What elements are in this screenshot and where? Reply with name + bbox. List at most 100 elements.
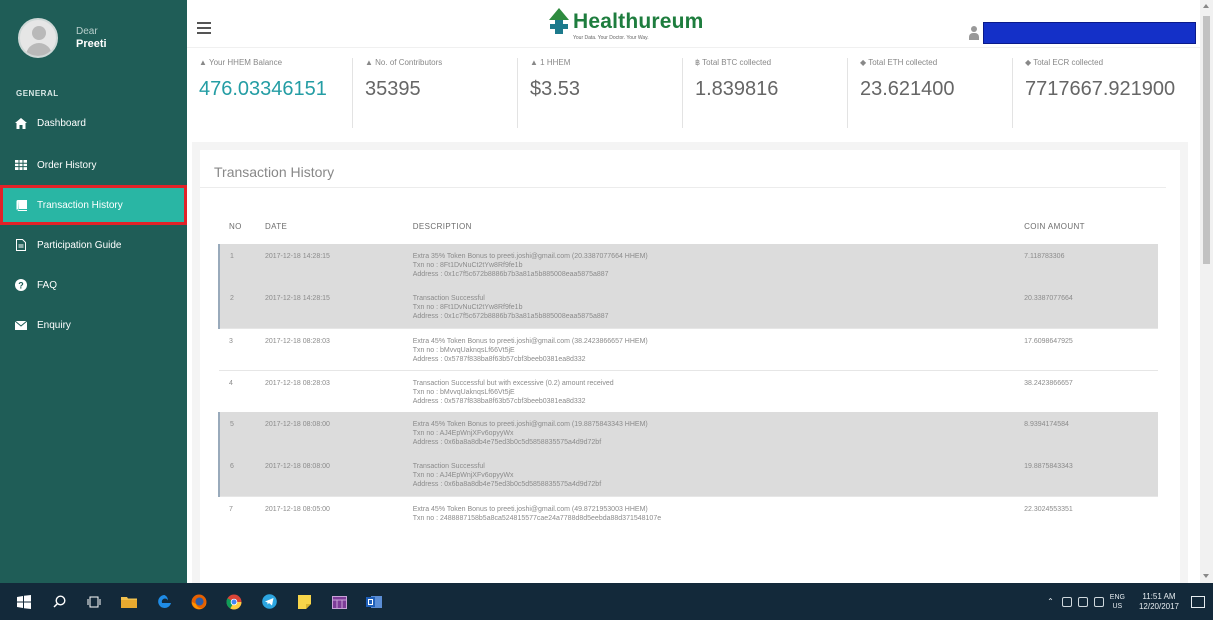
stat-btc: ฿ Total BTC collected 1.839816	[682, 58, 847, 128]
column-header-description: DESCRIPTION	[412, 221, 472, 231]
language-indicator[interactable]: ENG US	[1110, 593, 1125, 611]
txn-address: Address : 0x5787f838ba8f63b57cbf3beeb038…	[412, 397, 586, 405]
column-header-no: NO	[229, 221, 242, 231]
logo-mark-icon	[547, 8, 571, 36]
user-icon: ▲	[530, 58, 541, 67]
clock[interactable]: 11:51 AM 12/20/2017	[1139, 592, 1179, 612]
sidebar-item-faq[interactable]: ? FAQ	[0, 265, 187, 305]
users-icon: ▲	[365, 58, 376, 67]
row-amount: 7.118783306	[1024, 244, 1158, 286]
row-amount: 20.3387077664	[1024, 286, 1158, 328]
txn-address: Address : 0x6ba8a8db4e75ed3b0c5d58588355…	[412, 439, 602, 446]
stat-balance: ▲ Your HHEM Balance 476.03346151	[187, 58, 352, 128]
sidebar-item-dashboard[interactable]: Dashboard	[0, 103, 187, 143]
avatar[interactable]	[18, 17, 58, 58]
network-icon[interactable]	[1061, 596, 1072, 607]
stat-label-wrap: ▲ No. of Contributors	[365, 58, 517, 72]
row-amount: 19.8875843343	[1024, 454, 1158, 496]
menu-toggle-icon[interactable]	[197, 22, 211, 34]
row-description: Extra 45% Token Bonus to preeti.joshi@gm…	[412, 495, 1025, 538]
row-number: 2	[218, 286, 265, 328]
user-name: Preeti	[76, 37, 107, 50]
panel-title: Transaction History	[200, 150, 1166, 188]
row-amount: 22.3024553351	[1024, 495, 1158, 538]
ethereum-icon: ◆	[1025, 58, 1034, 67]
stat-label-wrap: ฿ Total BTC collected	[695, 58, 847, 72]
welcome-label: Dear	[76, 25, 98, 37]
row-date: 2017-12-18 08:05:00	[264, 495, 413, 538]
txn-address: Address : 0x6ba8a8db4e75ed3b0c5d58588355…	[412, 481, 602, 488]
chrome-icon[interactable]	[223, 593, 245, 611]
transaction-table: NO DATE DESCRIPTION COIN AMOUNT 1 2017-12…	[218, 208, 1158, 538]
column-header-amount: COIN AMOUNT	[1024, 221, 1085, 231]
envelope-icon	[14, 319, 28, 331]
sticky-notes-icon[interactable]	[293, 593, 315, 611]
row-amount: 17.6098647925	[1024, 327, 1158, 370]
notifications-icon[interactable]	[1191, 595, 1205, 608]
task-view-icon[interactable]	[83, 593, 105, 611]
stat-label: Total ECR collected	[1033, 58, 1104, 67]
txn-number: Txn no : AJ4EpWnjXFv6opyyWx	[412, 430, 514, 437]
logo[interactable]: Healthureum Your Data. Your Doctor. Your…	[547, 8, 704, 41]
scrollbar-thumb[interactable]	[1203, 16, 1210, 264]
row-date: 2017-12-18 14:28:15	[264, 244, 413, 286]
user-account-box[interactable]	[983, 22, 1196, 44]
sidebar-item-order-history[interactable]: Order History	[0, 145, 187, 185]
sidebar-item-participation-guide[interactable]: Participation Guide	[0, 225, 187, 265]
user-icon[interactable]	[969, 26, 979, 40]
edge-icon[interactable]	[153, 593, 175, 611]
row-date: 2017-12-18 14:28:15	[264, 286, 413, 328]
page-scrollbar[interactable]	[1200, 0, 1213, 583]
telegram-icon[interactable]	[258, 593, 280, 611]
txn-number: Txn no : 8Ft1DvNuCt2tYw8Rf9fe1b	[412, 262, 523, 269]
description-line: Transaction Successful but with excessiv…	[412, 379, 614, 387]
nav-section-label: GENERAL	[16, 89, 59, 98]
stat-value: 23.621400	[860, 78, 955, 100]
svg-text:?: ?	[18, 281, 24, 291]
firefox-icon[interactable]	[188, 593, 210, 611]
taskbar: ⌃ ENG US 11:51 AM 12/20/2017	[0, 583, 1213, 620]
stat-value: $3.53	[530, 78, 581, 100]
calendar-icon[interactable]	[328, 593, 350, 611]
stat-label: Your HHEM Balance	[209, 58, 283, 67]
row-date: 2017-12-18 08:08:00	[264, 454, 413, 496]
row-number: 6	[218, 454, 265, 496]
sidebar-item-enquiry[interactable]: Enquiry	[0, 305, 187, 345]
top-bar: Healthureum Your Data. Your Doctor. Your…	[187, 0, 1200, 48]
sidebar: Dear Preeti GENERAL Dashboard Order Hist…	[0, 0, 187, 583]
scroll-down-icon[interactable]	[1203, 574, 1209, 578]
windows-icon[interactable]	[13, 593, 35, 611]
txn-address: Address : 0x5787f838ba8f63b57cbf3beeb038…	[412, 355, 586, 363]
user-icon: ▲	[199, 58, 209, 67]
row-number: 7	[219, 495, 265, 538]
stat-value: 476.03346151	[199, 78, 327, 100]
description-line: Transaction Successful	[412, 295, 485, 302]
transaction-panel: Transaction History NO DATE DESCRIPTION …	[200, 150, 1180, 590]
language-code: ENG	[1109, 593, 1125, 601]
home-icon	[14, 117, 28, 129]
stat-label-wrap: ▲ Your HHEM Balance	[199, 58, 352, 72]
battery-icon[interactable]	[1077, 596, 1088, 607]
table-row: 5 2017-12-18 08:08:00 Extra 45% Token Bonu…	[218, 412, 1158, 454]
stat-contributors: ▲ No. of Contributors 35395	[352, 58, 517, 128]
document-icon	[14, 239, 28, 251]
volume-icon[interactable]	[1093, 596, 1104, 607]
stat-label: 1 HHEM	[540, 58, 571, 67]
txn-number: Txn no : 2488887158b5a8ca524815577cae24a…	[412, 514, 662, 522]
outlook-icon[interactable]	[363, 593, 385, 611]
row-number: 5	[218, 412, 265, 454]
sidebar-item-label: Enquiry	[37, 319, 71, 331]
sidebar-item-transaction-history[interactable]: Transaction History	[0, 185, 187, 225]
row-description: Extra 35% Token Bonus to preeti.joshi@gm…	[412, 244, 1025, 286]
stat-label-wrap: ◆ Total ECR collected	[1025, 58, 1177, 72]
search-icon[interactable]	[48, 593, 70, 611]
stat-value: 35395	[365, 78, 421, 100]
stat-label: No. of Contributors	[375, 58, 443, 67]
row-date: 2017-12-18 08:08:00	[264, 412, 413, 454]
row-date: 2017-12-18 08:28:03	[264, 327, 413, 370]
description-line: Extra 45% Token Bonus to preeti.joshi@gm…	[412, 421, 648, 428]
file-explorer-icon[interactable]	[118, 593, 140, 611]
scroll-up-icon[interactable]	[1203, 4, 1209, 8]
sidebar-item-label: Participation Guide	[37, 239, 122, 251]
chevron-up-icon[interactable]: ⌃	[1047, 597, 1054, 606]
